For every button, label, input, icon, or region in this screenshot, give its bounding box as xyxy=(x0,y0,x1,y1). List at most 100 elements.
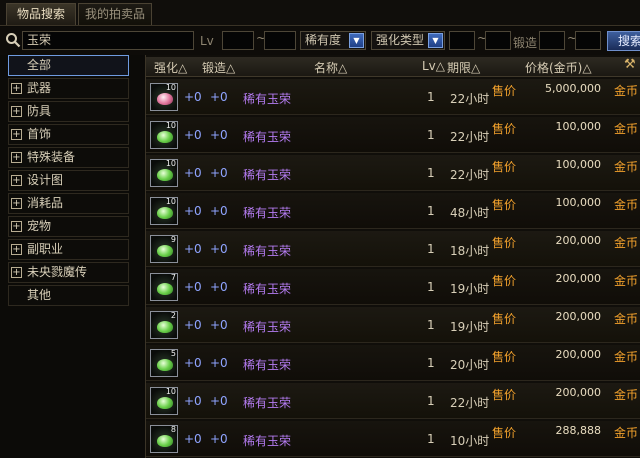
table-header: 强化△ 锻造△ 名称△ Lv△ 期限△ 价格(金币)△ ⚒ xyxy=(146,57,640,77)
item-icon[interactable]: 9 xyxy=(150,235,178,263)
table-row[interactable]: 10 +0 +0 稀有玉荣 1 22小时 售价 100,000 金币 xyxy=(146,155,640,191)
price-value: 100,000 xyxy=(555,196,602,209)
item-name[interactable]: 稀有玉荣 xyxy=(243,242,291,259)
rarity-select[interactable]: 稀有度 ▼ xyxy=(300,31,366,50)
header-lv[interactable]: Lv△ xyxy=(422,59,445,73)
category-weapon[interactable]: + 武器 xyxy=(8,78,129,99)
category-pet[interactable]: + 宠物 xyxy=(8,216,129,237)
category-label: 武器 xyxy=(27,81,52,95)
item-name[interactable]: 稀有玉荣 xyxy=(243,356,291,373)
expand-icon[interactable]: + xyxy=(11,129,22,140)
expand-icon[interactable]: + xyxy=(11,267,22,278)
table-row[interactable]: 10 +0 +0 稀有玉荣 1 22小时 售价 200,000 金币 xyxy=(146,383,640,419)
item-name[interactable]: 稀有玉荣 xyxy=(243,204,291,221)
sell-label: 售价 xyxy=(492,350,517,364)
lv-max-input[interactable] xyxy=(264,31,296,50)
jade-gem-icon xyxy=(157,207,173,219)
item-lv: 1 xyxy=(427,166,435,180)
category-sub-profession[interactable]: + 副职业 xyxy=(8,239,129,260)
item-icon-level: 10 xyxy=(165,197,176,206)
item-icon[interactable]: 5 xyxy=(150,349,178,377)
header-enhance[interactable]: 强化△ xyxy=(154,59,187,76)
enhance-type-select[interactable]: 强化类型 ▼ xyxy=(371,31,445,50)
header-price[interactable]: 价格(金币)△ xyxy=(525,59,592,76)
category-other[interactable]: 其他 xyxy=(8,285,129,306)
header-period[interactable]: 期限△ xyxy=(447,59,480,76)
table-row[interactable]: 2 +0 +0 稀有玉荣 1 19小时 售价 200,000 金币 xyxy=(146,307,640,343)
enhance-value: +0 xyxy=(184,432,202,446)
item-name[interactable]: 稀有玉荣 xyxy=(243,280,291,297)
expand-icon[interactable]: + xyxy=(11,175,22,186)
category-weiyang[interactable]: + 未央戮魔传 xyxy=(8,262,129,283)
item-name[interactable]: 稀有玉荣 xyxy=(243,90,291,107)
jade-gem-icon xyxy=(157,169,173,181)
category-accessory[interactable]: + 首饰 xyxy=(8,124,129,145)
category-all[interactable]: 全部 xyxy=(8,55,129,76)
category-blueprint[interactable]: + 设计图 xyxy=(8,170,129,191)
item-icon[interactable]: 8 xyxy=(150,425,178,453)
expand-icon[interactable]: + xyxy=(11,106,22,117)
currency-label: 金币 xyxy=(614,122,639,136)
item-name[interactable]: 稀有玉荣 xyxy=(243,394,291,411)
expand-icon[interactable]: + xyxy=(11,198,22,209)
sell-label: 售价 xyxy=(492,198,517,212)
category-armor[interactable]: + 防具 xyxy=(8,101,129,122)
item-name[interactable]: 稀有玉荣 xyxy=(243,318,291,335)
item-name[interactable]: 稀有玉荣 xyxy=(243,166,291,183)
forge-min-input[interactable] xyxy=(539,31,565,50)
table-row[interactable]: 10 +0 +0 稀有玉荣 1 48小时 售价 100,000 金币 xyxy=(146,193,640,229)
item-lv: 1 xyxy=(427,318,435,332)
tab-item-search[interactable]: 物品搜索 xyxy=(6,3,76,25)
table-row[interactable]: 8 +0 +0 稀有玉荣 1 10小时 售价 288,888 金币 xyxy=(146,421,640,457)
item-icon[interactable]: 7 xyxy=(150,273,178,301)
table-row[interactable]: 9 +0 +0 稀有玉荣 1 18小时 售价 200,000 金币 xyxy=(146,231,640,267)
item-icon[interactable]: 10 xyxy=(150,197,178,225)
item-name[interactable]: 稀有玉荣 xyxy=(243,432,291,449)
item-icon-level: 8 xyxy=(170,425,176,434)
lv-min-input[interactable] xyxy=(222,31,254,50)
enhance-max-input[interactable] xyxy=(485,31,511,50)
table-row[interactable]: 5 +0 +0 稀有玉荣 1 20小时 售价 200,000 金币 xyxy=(146,345,640,381)
search-button[interactable]: 搜索 xyxy=(607,31,640,51)
expand-icon[interactable]: + xyxy=(11,83,22,94)
lv-label: Lv xyxy=(200,34,214,48)
price-value: 100,000 xyxy=(555,120,602,133)
item-icon[interactable]: 10 xyxy=(150,121,178,149)
category-label: 特殊装备 xyxy=(27,150,76,164)
item-icon[interactable]: 10 xyxy=(150,159,178,187)
table-row[interactable]: 7 +0 +0 稀有玉荣 1 19小时 售价 200,000 金币 xyxy=(146,269,640,305)
item-name[interactable]: 稀有玉荣 xyxy=(243,128,291,145)
category-consumable[interactable]: + 消耗品 xyxy=(8,193,129,214)
item-icon[interactable]: 10 xyxy=(150,83,178,111)
currency-label: 金币 xyxy=(614,236,639,250)
tab-my-auctions[interactable]: 我的拍卖品 xyxy=(78,3,152,25)
search-input[interactable]: 玉荣 xyxy=(22,31,194,50)
item-icon[interactable]: 10 xyxy=(150,387,178,415)
item-icon[interactable]: 2 xyxy=(150,311,178,339)
item-icon-level: 5 xyxy=(170,349,176,358)
jade-gem-icon xyxy=(157,93,173,105)
forge-value: +0 xyxy=(210,90,228,104)
jade-gem-icon xyxy=(157,283,173,295)
table-row[interactable]: 10 +0 +0 稀有玉荣 1 22小时 售价 5,000,000 金币 xyxy=(146,79,640,115)
expand-icon[interactable]: + xyxy=(11,221,22,232)
jade-gem-icon xyxy=(157,435,173,447)
table-row[interactable]: 10 +0 +0 稀有玉荣 1 22小时 售价 100,000 金币 xyxy=(146,117,640,153)
enhance-min-input[interactable] xyxy=(449,31,475,50)
forge-max-input[interactable] xyxy=(575,31,601,50)
expand-icon[interactable]: + xyxy=(11,152,22,163)
category-label: 宠物 xyxy=(27,219,52,233)
category-special-equipment[interactable]: + 特殊装备 xyxy=(8,147,129,168)
currency-label: 金币 xyxy=(614,388,639,402)
header-name[interactable]: 名称△ xyxy=(314,59,347,76)
chevron-down-icon[interactable]: ▼ xyxy=(428,33,443,48)
enhance-value: +0 xyxy=(184,242,202,256)
header-forge[interactable]: 锻造△ xyxy=(202,59,235,76)
item-icon-level: 2 xyxy=(170,311,176,320)
category-label: 全部 xyxy=(27,58,52,72)
category-label: 设计图 xyxy=(27,173,64,187)
chevron-down-icon[interactable]: ▼ xyxy=(349,33,364,48)
item-period: 19小时 xyxy=(450,320,490,334)
expand-icon[interactable]: + xyxy=(11,244,22,255)
price-value: 200,000 xyxy=(555,310,602,323)
